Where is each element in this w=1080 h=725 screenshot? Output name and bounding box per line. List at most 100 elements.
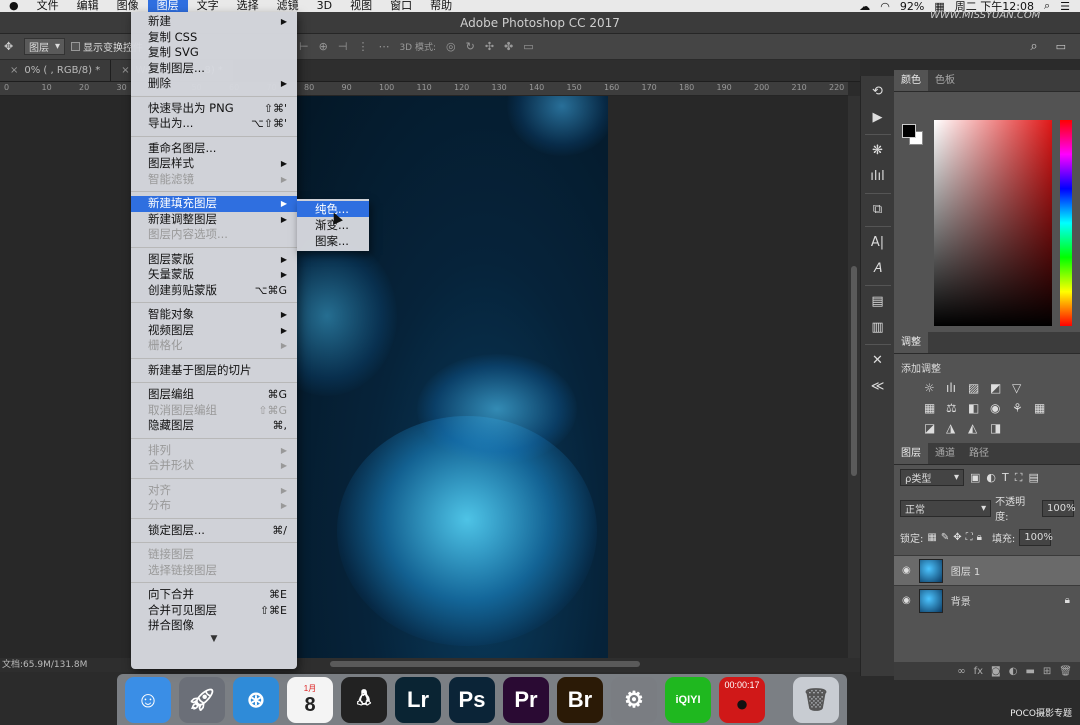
dock-app-trash[interactable]: 🗑︎ bbox=[793, 676, 839, 723]
link-layers-icon[interactable]: ∞ bbox=[957, 666, 965, 677]
layer-row[interactable]: ◉ 图层 1 bbox=[894, 555, 1080, 585]
dock-app-premiere[interactable]: Pr bbox=[503, 676, 549, 723]
menu-item[interactable]: 视频图层 ▶ bbox=[131, 323, 297, 339]
character-icon[interactable]: A| bbox=[867, 233, 889, 253]
menu-item[interactable]: 图层蒙版 ▶ bbox=[131, 252, 297, 268]
adjustment-layer-icon[interactable]: ◐ bbox=[1009, 666, 1018, 677]
mac-menu-item[interactable]: 文件 bbox=[28, 0, 68, 12]
trash-icon[interactable]: 🗑︎ bbox=[1059, 666, 1072, 677]
cloud-icon[interactable]: ☁ bbox=[859, 0, 870, 12]
workspace-icon[interactable]: ▭ bbox=[1056, 40, 1066, 53]
distribute-icon[interactable]: ⋮ bbox=[357, 40, 368, 53]
dock-app-calendar[interactable]: 1月 8 bbox=[287, 676, 333, 723]
photo-filter-icon[interactable]: ◉ bbox=[990, 401, 1010, 415]
menu-item[interactable]: 删除 ▶ bbox=[131, 76, 297, 92]
doc-size-text[interactable]: 文档:65.9M/131.8M bbox=[2, 660, 87, 670]
close-icon[interactable]: × bbox=[121, 65, 129, 76]
mac-menu-item[interactable]: 窗口 bbox=[381, 0, 421, 12]
battery-text[interactable]: 92% bbox=[900, 0, 924, 12]
add-mask-icon[interactable]: ◙ bbox=[991, 666, 1001, 677]
menu-item[interactable]: 图层编组 ⌘G bbox=[131, 387, 297, 403]
menu-item[interactable]: 智能对象 ▶ bbox=[131, 307, 297, 323]
roll-3d-icon[interactable]: ↻ bbox=[466, 40, 475, 53]
dock-app-lightroom[interactable]: Lr bbox=[395, 676, 441, 723]
menu-item[interactable]: 创建剪贴蒙版 ⌥⌘G bbox=[131, 283, 297, 299]
curves-icon[interactable]: ▨ bbox=[968, 381, 988, 395]
glyphs-icon[interactable]: 𝐴 bbox=[867, 259, 889, 279]
auto-select-dropdown[interactable]: 图层 ▾ bbox=[24, 38, 66, 55]
pan-3d-icon[interactable]: ✣ bbox=[485, 40, 494, 53]
menu-scroll-down-icon[interactable]: ▼ bbox=[131, 634, 297, 644]
layer-row[interactable]: ◉ 背景 🔒︎ bbox=[894, 585, 1080, 615]
menu-item[interactable]: 矢量蒙版 ▶ bbox=[131, 267, 297, 283]
channel-mixer-icon[interactable]: ⚘ bbox=[1012, 401, 1032, 415]
gradient-map-icon[interactable]: ◨ bbox=[990, 421, 1010, 435]
submenu-item[interactable]: 图案... bbox=[297, 233, 369, 249]
menu-item[interactable]: 快速导出为 PNG ⇧⌘' bbox=[131, 101, 297, 117]
apple-menu[interactable]: ● bbox=[0, 0, 28, 12]
mac-menu-item[interactable]: 文字 bbox=[188, 0, 228, 12]
menu-item[interactable]: 复制图层... bbox=[131, 61, 297, 77]
blend-mode-dropdown[interactable]: 正常 ▾ bbox=[900, 499, 992, 517]
menu-item[interactable]: 向下合并 ⌘E bbox=[131, 587, 297, 603]
mac-menu-item[interactable]: 编辑 bbox=[68, 0, 108, 12]
fill-input[interactable]: 100% bbox=[1019, 529, 1053, 546]
brushes-icon[interactable]: ılıl bbox=[867, 167, 889, 187]
eye-icon[interactable]: ◉ bbox=[902, 595, 911, 606]
filter-smart-icon[interactable]: ▤ bbox=[1028, 471, 1038, 484]
menu-item[interactable]: 新建调整图层 ▶ bbox=[131, 212, 297, 228]
invert-icon[interactable]: ◪ bbox=[924, 421, 944, 435]
tab-color[interactable]: 颜色 bbox=[894, 70, 928, 91]
filter-pixel-icon[interactable]: ▣ bbox=[970, 471, 980, 484]
camera-3d-icon[interactable]: ▭ bbox=[523, 40, 533, 53]
vertical-scrollbar[interactable] bbox=[848, 96, 860, 661]
lock-pixels-icon[interactable]: ✎ bbox=[941, 532, 949, 543]
play-actions-icon[interactable]: ▶ bbox=[867, 108, 889, 128]
align-right-icon[interactable]: ⊣ bbox=[338, 40, 348, 53]
menu-item[interactable]: 新建填充图层 ▶ bbox=[131, 196, 297, 212]
filter-type-icon[interactable]: T bbox=[1002, 471, 1009, 484]
color-picker-field[interactable] bbox=[934, 120, 1052, 326]
black-white-icon[interactable]: ◧ bbox=[968, 401, 988, 415]
menu-item[interactable]: 新建基于图层的切片 bbox=[131, 363, 297, 379]
menu-item[interactable]: 新建 ▶ bbox=[131, 14, 297, 30]
lock-all-icon[interactable]: 🔒︎ bbox=[977, 532, 982, 543]
brush-settings-icon[interactable]: ❋ bbox=[867, 141, 889, 161]
dock-app-qq[interactable]: 🐧︎ bbox=[341, 676, 387, 723]
3d-icon[interactable]: ≪ bbox=[867, 377, 889, 397]
slide-3d-icon[interactable]: ✤ bbox=[504, 40, 513, 53]
brightness-icon[interactable]: ☼ bbox=[924, 381, 944, 395]
tab-layers[interactable]: 图层 bbox=[894, 443, 928, 464]
exposure-icon[interactable]: ◩ bbox=[990, 381, 1010, 395]
mac-menu-item[interactable]: 选择 bbox=[228, 0, 268, 12]
jellyfish-image[interactable] bbox=[297, 96, 608, 661]
new-layer-icon[interactable]: ⊞ bbox=[1043, 666, 1051, 677]
hue-saturation-icon[interactable]: ▦ bbox=[924, 401, 944, 415]
dock-app-system-preferences[interactable]: ⚙ bbox=[611, 676, 657, 723]
mac-menu-item[interactable]: 图像 bbox=[108, 0, 148, 12]
properties-icon[interactable]: ▤ bbox=[867, 292, 889, 312]
dock-app-safari[interactable]: ⊛ bbox=[233, 676, 279, 723]
dock-app-iqiyi[interactable]: iQIYI bbox=[665, 676, 711, 723]
menu-item[interactable]: 复制 CSS bbox=[131, 30, 297, 46]
opacity-input[interactable]: 100% bbox=[1042, 499, 1076, 517]
menu-item[interactable]: 重命名图层... bbox=[131, 141, 297, 157]
color-lookup-icon[interactable]: ▦ bbox=[1034, 401, 1054, 415]
align-center-icon[interactable]: ⊕ bbox=[319, 40, 328, 53]
distribute-h-icon[interactable]: ⋯ bbox=[378, 40, 389, 53]
orbit-3d-icon[interactable]: ◎ bbox=[446, 40, 456, 53]
levels-icon[interactable]: ılı bbox=[946, 381, 966, 395]
layer-style-icon[interactable]: fx bbox=[974, 666, 983, 677]
menu-item[interactable]: 隐藏图层 ⌘, bbox=[131, 418, 297, 434]
threshold-icon[interactable]: ◭ bbox=[968, 421, 988, 435]
document-tab[interactable]: × 0% ( , RGB/8) * bbox=[0, 60, 112, 81]
clone-source-icon[interactable]: ⧉ bbox=[867, 200, 889, 220]
posterize-icon[interactable]: ◮ bbox=[946, 421, 966, 435]
dock-app-finder[interactable]: ☺ bbox=[125, 676, 171, 723]
lock-artboard-icon[interactable]: ⛶ bbox=[966, 532, 973, 543]
tab-paths[interactable]: 路径 bbox=[962, 443, 996, 464]
color-balance-icon[interactable]: ⚖ bbox=[946, 401, 966, 415]
lock-position-icon[interactable]: ✥ bbox=[953, 532, 961, 543]
search-icon[interactable]: ⌕ bbox=[1044, 0, 1050, 12]
dock-app-launchpad[interactable]: 🚀︎ bbox=[179, 676, 225, 723]
